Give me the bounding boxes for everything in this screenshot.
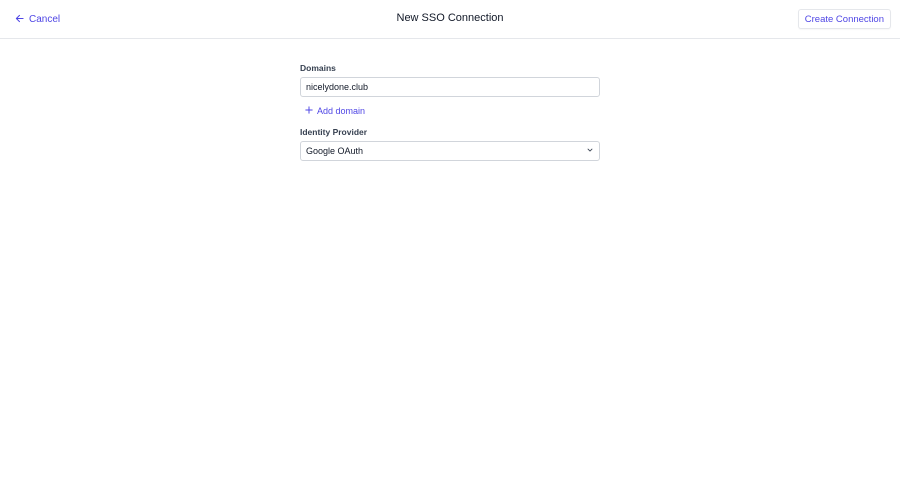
arrow-left-icon (15, 14, 24, 26)
add-domain-label: Add domain (317, 106, 366, 116)
identity-provider-select[interactable]: Google OAuth (300, 141, 600, 161)
cancel-label: Cancel (29, 14, 61, 25)
page-title: New SSO Connection (396, 12, 504, 24)
plus-icon (305, 106, 313, 116)
domain-input[interactable] (300, 77, 600, 97)
domains-label: Domains (300, 63, 336, 73)
chevron-down-icon (586, 146, 594, 156)
identity-provider-value: Google OAuth (306, 146, 364, 156)
sso-form: Domains Add domain Identity Provider Goo… (300, 63, 600, 161)
top-bar: Cancel New SSO Connection Create Connect… (0, 0, 900, 39)
add-domain-button[interactable]: Add domain (305, 105, 365, 117)
identity-provider-label: Identity Provider (300, 127, 368, 137)
cancel-button[interactable]: Cancel (13, 10, 62, 29)
create-connection-button[interactable]: Create Connection (797, 9, 891, 29)
